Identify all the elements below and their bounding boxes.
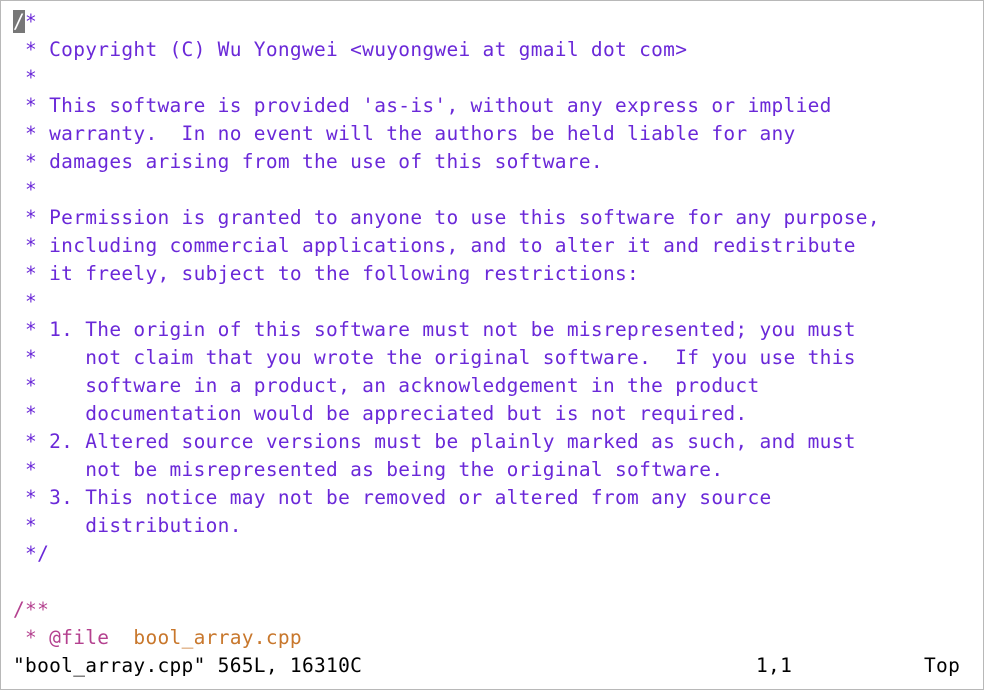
code-token: */: [13, 542, 50, 565]
code-line[interactable]: *: [13, 176, 983, 204]
code-line[interactable]: * warranty. In no event will the authors…: [13, 120, 983, 148]
code-line[interactable]: * 1. The origin of this software must no…: [13, 316, 983, 344]
code-token: * damages arising from the use of this s…: [13, 150, 603, 173]
code-line[interactable]: * Permission is granted to anyone to use…: [13, 204, 983, 232]
code-token: * Permission is granted to anyone to use…: [13, 206, 880, 229]
code-line[interactable]: * damages arising from the use of this s…: [13, 148, 983, 176]
code-token: *: [13, 66, 38, 89]
cursor-position: 1,1: [756, 654, 793, 677]
code-line[interactable]: * 2. Altered source versions must be pla…: [13, 428, 983, 456]
scroll-indicator: Top: [924, 654, 961, 677]
code-line[interactable]: *: [13, 64, 983, 92]
code-token: * This software is provided 'as-is', wit…: [13, 94, 832, 117]
code-line[interactable]: * This software is provided 'as-is', wit…: [13, 92, 983, 120]
code-token: @file: [49, 626, 110, 649]
code-line[interactable]: * it freely, subject to the following re…: [13, 260, 983, 288]
code-line[interactable]: * 3. This notice may not be removed or a…: [13, 484, 983, 512]
code-token: * 3. This notice may not be removed or a…: [13, 486, 772, 509]
code-line[interactable]: *: [13, 288, 983, 316]
text-buffer[interactable]: /* * Copyright (C) Wu Yongwei <wuyongwei…: [13, 8, 983, 652]
code-token: * documentation would be appreciated but…: [13, 402, 748, 425]
code-token: * including commercial applications, and…: [13, 234, 856, 257]
text-cursor: /: [13, 10, 26, 33]
code-token: bool_array.cpp: [109, 626, 302, 649]
code-token: * warranty. In no event will the authors…: [13, 122, 796, 145]
code-line[interactable]: * software in a product, an acknowledgem…: [13, 372, 983, 400]
code-token: * not claim that you wrote the original …: [13, 346, 856, 369]
code-line[interactable]: * not claim that you wrote the original …: [13, 344, 983, 372]
code-token: * 1. The origin of this software must no…: [13, 318, 856, 341]
code-token: *: [13, 626, 50, 649]
code-line[interactable]: * Copyright (C) Wu Yongwei <wuyongwei at…: [13, 36, 983, 64]
vim-window[interactable]: /* * Copyright (C) Wu Yongwei <wuyongwei…: [0, 0, 984, 690]
code-line[interactable]: * @file bool_array.cpp: [13, 624, 983, 652]
code-line[interactable]: * distribution.: [13, 512, 983, 540]
code-line[interactable]: * documentation would be appreciated but…: [13, 400, 983, 428]
code-line[interactable]: /*: [13, 8, 983, 36]
code-token: * not be misrepresented as being the ori…: [13, 458, 724, 481]
status-file-message: "bool_array.cpp" 565L, 16310C: [13, 654, 363, 677]
status-line: "bool_array.cpp" 565L, 16310C 1,1 Top: [13, 652, 983, 680]
code-token: *: [13, 178, 38, 201]
code-line[interactable]: */: [13, 540, 983, 568]
code-token: * it freely, subject to the following re…: [13, 262, 640, 285]
code-token: *: [13, 290, 38, 313]
code-line[interactable]: [13, 568, 983, 596]
code-line[interactable]: /**: [13, 596, 983, 624]
code-line[interactable]: * including commercial applications, and…: [13, 232, 983, 260]
code-token: * software in a product, an acknowledgem…: [13, 374, 760, 397]
code-token: * 2. Altered source versions must be pla…: [13, 430, 856, 453]
code-token: * Copyright (C) Wu Yongwei <wuyongwei at…: [13, 38, 688, 61]
code-token: /**: [13, 598, 50, 621]
code-token: *: [25, 10, 38, 33]
code-line[interactable]: * not be misrepresented as being the ori…: [13, 456, 983, 484]
code-token: * distribution.: [13, 514, 242, 537]
